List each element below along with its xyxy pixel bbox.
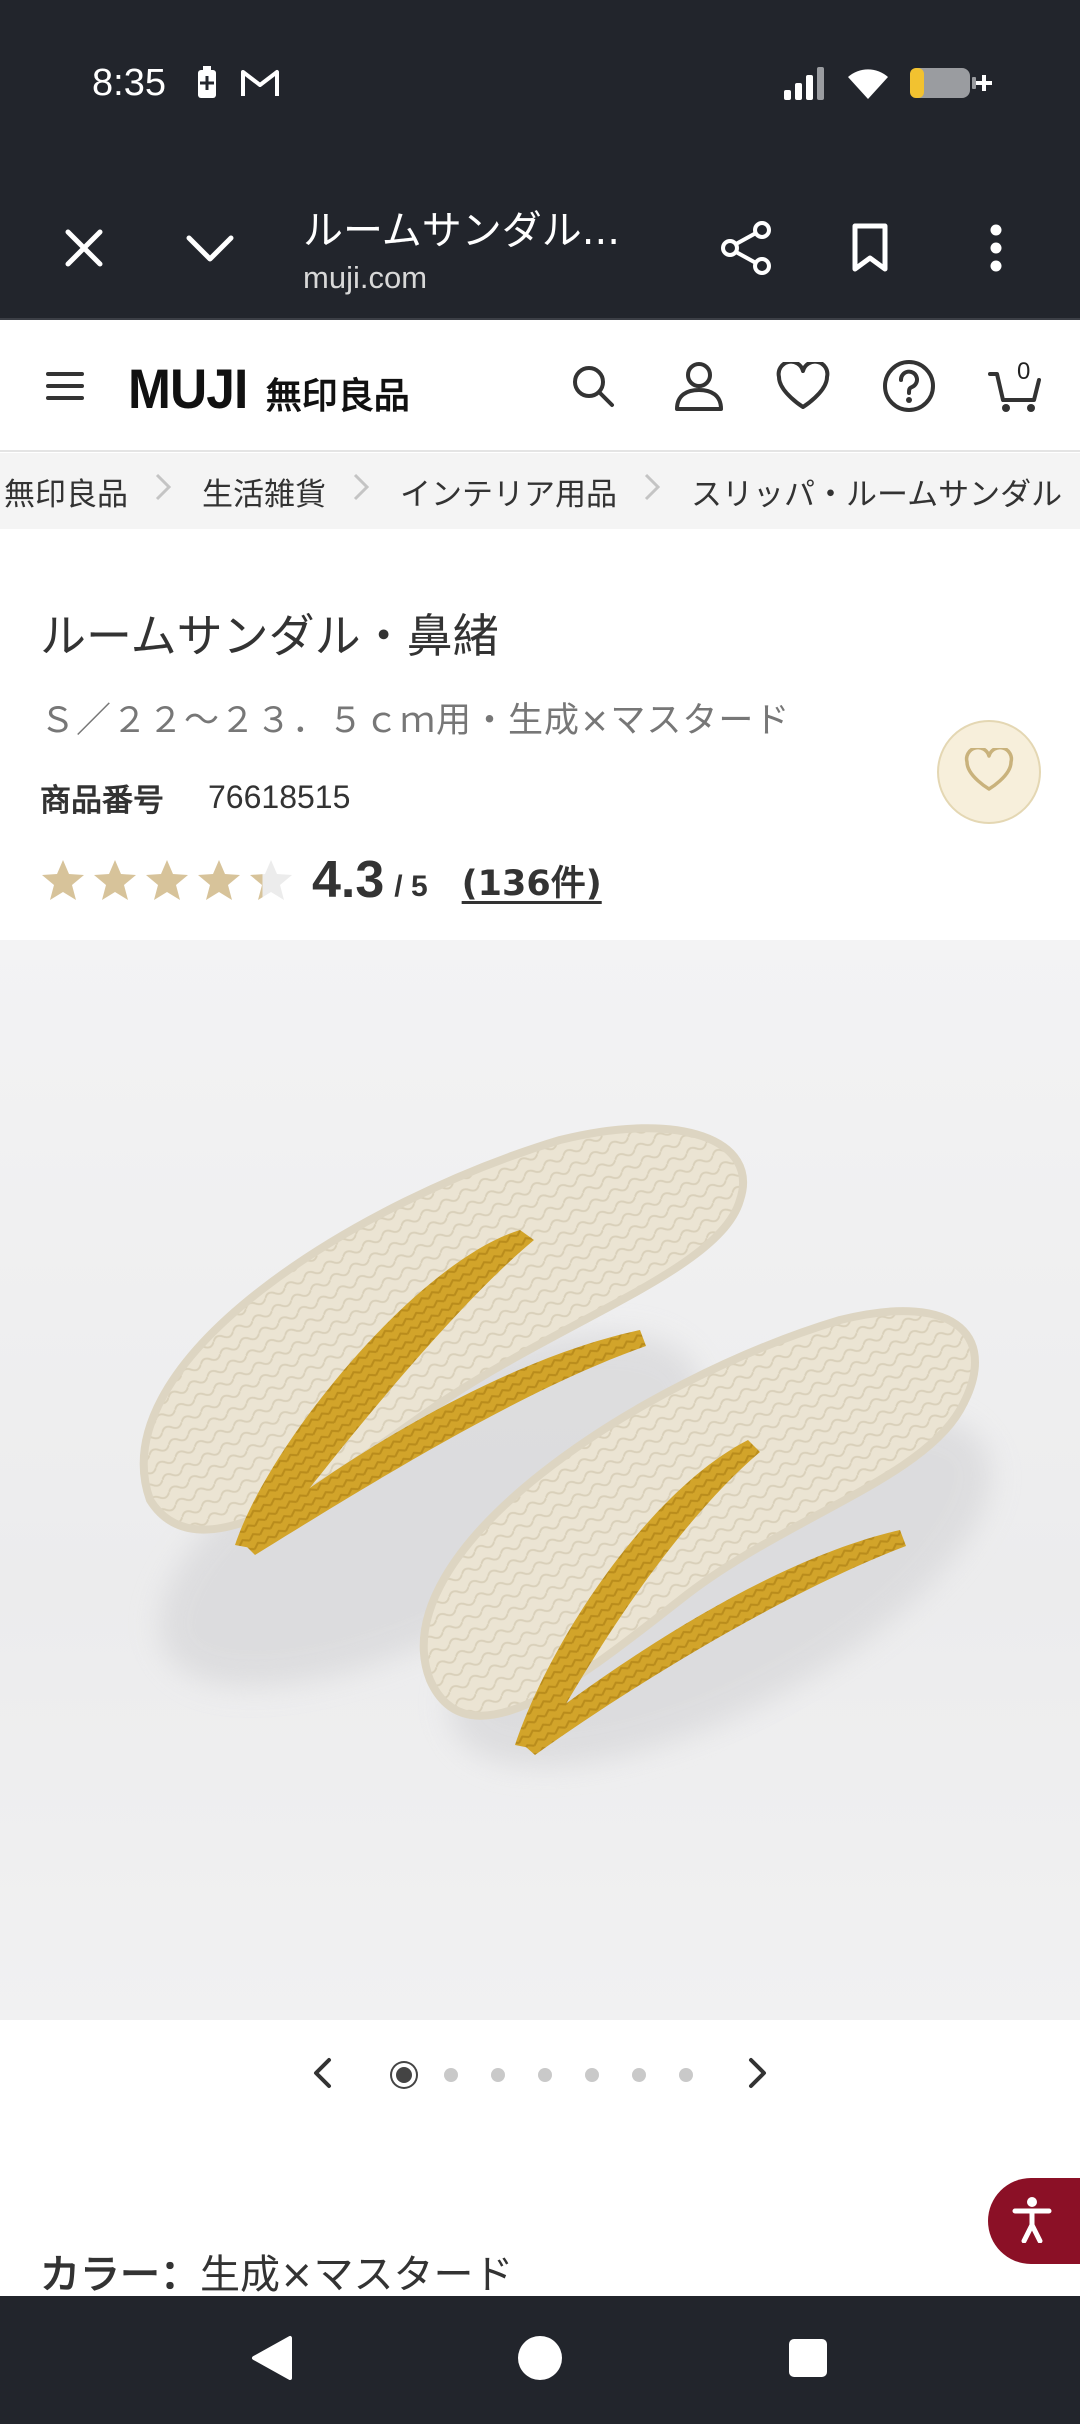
star-icon bbox=[198, 860, 240, 900]
carousel-next-button[interactable] bbox=[733, 2050, 783, 2100]
favorites-button[interactable] bbox=[768, 353, 838, 423]
site-logo[interactable]: MUJI 無印良品 bbox=[128, 356, 410, 421]
rating-stars bbox=[40, 858, 294, 902]
signal-icon bbox=[782, 66, 828, 104]
carousel-prev-button[interactable] bbox=[297, 2050, 347, 2100]
star-icon bbox=[42, 860, 84, 900]
account-button[interactable] bbox=[664, 353, 734, 423]
color-label: カラー： bbox=[40, 2252, 200, 2298]
review-count-link[interactable]: (136件) bbox=[462, 855, 602, 906]
menu-icon bbox=[45, 370, 85, 406]
help-button[interactable] bbox=[874, 353, 944, 423]
share-icon bbox=[720, 221, 772, 279]
system-navigation-bar bbox=[0, 2296, 1080, 2424]
carousel-dot[interactable] bbox=[615, 2059, 662, 2091]
image-carousel-controls bbox=[0, 2040, 1080, 2110]
close-tab-button[interactable] bbox=[44, 210, 124, 290]
logo-text-en: MUJI bbox=[128, 357, 248, 420]
accessibility-icon bbox=[1012, 2195, 1052, 2247]
help-icon bbox=[882, 359, 936, 417]
gmail-icon bbox=[240, 68, 280, 102]
rating-max: / 5 bbox=[394, 870, 428, 903]
recents-icon bbox=[787, 2337, 829, 2383]
carousel-dot[interactable] bbox=[380, 2059, 427, 2091]
chevron-right-icon bbox=[617, 472, 687, 510]
battery-charging-icon bbox=[908, 66, 992, 104]
heart-outline-icon bbox=[964, 745, 1014, 796]
chevron-down-icon bbox=[185, 233, 235, 267]
home-icon bbox=[516, 2334, 564, 2386]
chevron-left-icon bbox=[312, 2057, 332, 2093]
more-options-button[interactable] bbox=[956, 210, 1036, 290]
battery-saver-icon bbox=[196, 66, 218, 104]
browser-toolbar: ルームサンダル... muji.com bbox=[0, 170, 1080, 320]
status-right-icons bbox=[782, 66, 992, 104]
logo-text-ja: 無印良品 bbox=[265, 376, 410, 417]
search-button[interactable] bbox=[558, 353, 628, 423]
rating-row: 4.3 / 5 (136件) bbox=[40, 845, 602, 915]
status-time: 8:35 bbox=[92, 62, 166, 104]
add-to-favorites-button[interactable] bbox=[937, 720, 1041, 824]
sku-value: 76618515 bbox=[208, 779, 351, 815]
breadcrumb-item-daily-goods[interactable]: 生活雑貨 bbox=[198, 469, 326, 514]
rating-value: 4.3 bbox=[312, 851, 385, 909]
home-button[interactable] bbox=[500, 2320, 580, 2400]
chevron-right-icon bbox=[128, 472, 198, 510]
star-icon bbox=[250, 860, 292, 900]
carousel-dot[interactable] bbox=[474, 2059, 521, 2091]
share-button[interactable] bbox=[706, 210, 786, 290]
back-icon bbox=[250, 2334, 294, 2386]
recents-button[interactable] bbox=[768, 2320, 848, 2400]
carousel-dot[interactable] bbox=[521, 2059, 568, 2091]
bookmark-button[interactable] bbox=[830, 210, 910, 290]
bookmark-icon bbox=[851, 223, 889, 277]
breadcrumb-item-interior[interactable]: インテリア用品 bbox=[396, 469, 617, 514]
chevron-right-icon bbox=[326, 472, 396, 510]
cart-icon: 0 bbox=[988, 358, 1042, 414]
search-icon bbox=[570, 363, 616, 413]
carousel-dots bbox=[380, 2059, 709, 2091]
chevron-right-icon bbox=[748, 2057, 768, 2093]
sandals-illustration bbox=[139, 1124, 991, 1767]
product-title: ルームサンダル・鼻緒 bbox=[40, 609, 499, 663]
breadcrumb-item-slippers[interactable]: スリッパ・ルームサンダル bbox=[687, 469, 1062, 514]
carousel-dot[interactable] bbox=[662, 2059, 709, 2091]
page-title[interactable]: ルームサンダル... bbox=[303, 198, 620, 256]
site-header: MUJI 無印良品 0 bbox=[0, 322, 1080, 452]
breadcrumb: 無印良品 生活雑貨 インテリア用品 スリッパ・ルームサンダル bbox=[0, 453, 1080, 529]
favorite-icon bbox=[776, 359, 830, 414]
status-left-icons bbox=[196, 66, 280, 104]
page-url[interactable]: muji.com bbox=[303, 260, 427, 296]
color-value: 生成×マスタード bbox=[200, 2252, 514, 2298]
more-vert-icon bbox=[989, 223, 1003, 277]
sku-row: 商品番号 76618515 bbox=[40, 775, 350, 820]
star-icon bbox=[146, 860, 188, 900]
breadcrumb-item-home[interactable]: 無印良品 bbox=[0, 469, 128, 514]
menu-button[interactable] bbox=[30, 353, 100, 423]
minimize-tab-button[interactable] bbox=[170, 210, 250, 290]
carousel-dot[interactable] bbox=[568, 2059, 615, 2091]
cart-count-badge: 0 bbox=[1017, 358, 1031, 385]
back-button[interactable] bbox=[232, 2320, 312, 2400]
accessibility-button[interactable] bbox=[988, 2178, 1080, 2264]
product-variant: Ｓ／２２～２３．５ｃｍ用・生成×マスタード bbox=[40, 701, 791, 741]
close-icon bbox=[64, 228, 104, 272]
star-icon bbox=[94, 860, 136, 900]
sku-label: 商品番号 bbox=[40, 783, 164, 819]
product-image[interactable] bbox=[0, 940, 1080, 2020]
wifi-icon bbox=[846, 66, 890, 104]
status-bar: 8:35 bbox=[0, 0, 1080, 170]
account-icon bbox=[674, 361, 724, 415]
color-row: カラー：生成×マスタード bbox=[40, 2242, 514, 2300]
carousel-dot[interactable] bbox=[427, 2059, 474, 2091]
cart-button[interactable]: 0 bbox=[980, 353, 1050, 423]
